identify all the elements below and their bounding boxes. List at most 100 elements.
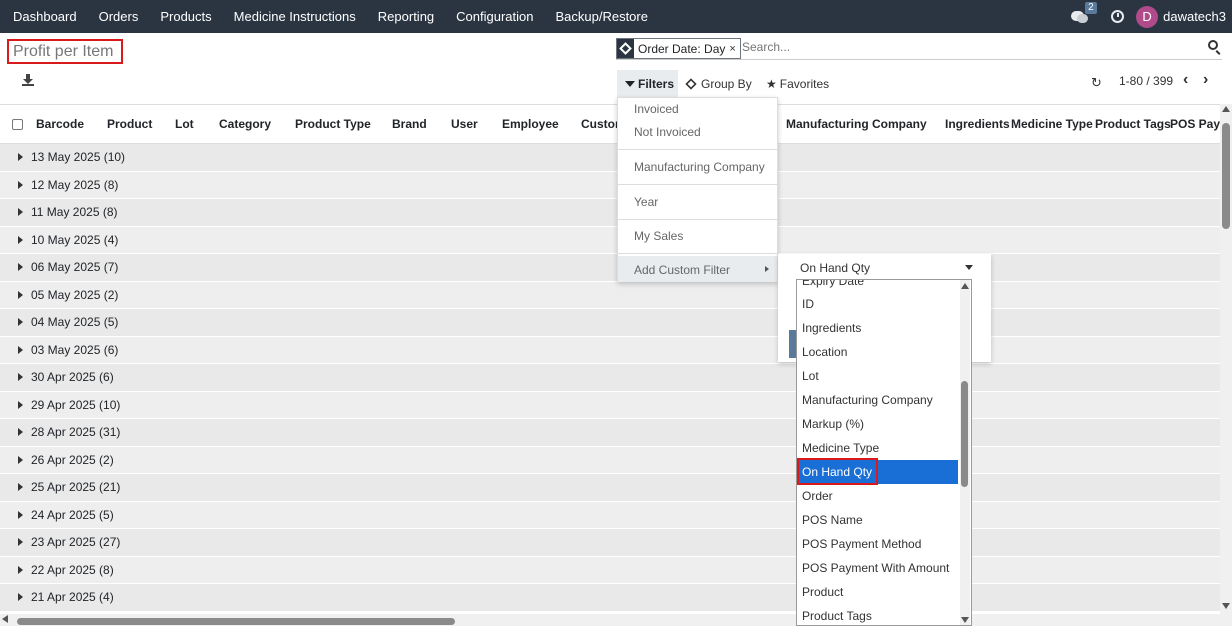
- group-row[interactable]: 22 Apr 2025 (8): [0, 556, 1220, 584]
- option-markup[interactable]: Markup (%): [798, 412, 958, 436]
- listbox-scroll-thumb[interactable]: [961, 381, 968, 487]
- chat-icon[interactable]: 2: [1071, 1, 1097, 24]
- group-label: 23 Apr 2025 (27): [31, 535, 121, 550]
- group-row[interactable]: 30 Apr 2025 (6): [0, 364, 1220, 392]
- menu-orders[interactable]: Orders: [99, 9, 139, 24]
- horizontal-scroll-thumb[interactable]: [17, 618, 455, 625]
- select-all-checkbox[interactable]: [12, 119, 23, 130]
- option-ingredients[interactable]: Ingredients: [798, 316, 958, 340]
- menu-products[interactable]: Products: [160, 9, 211, 24]
- option-location[interactable]: Location: [798, 340, 958, 364]
- caret-right-icon: [18, 180, 23, 189]
- group-row[interactable]: 12 May 2025 (8): [0, 171, 1220, 199]
- add-custom-filter[interactable]: Add Custom Filter: [618, 256, 777, 282]
- column-medicine-type[interactable]: Medicine Type: [1011, 117, 1093, 131]
- menu-configuration[interactable]: Configuration: [456, 9, 533, 24]
- option-order[interactable]: Order: [798, 484, 958, 508]
- filter-not-invoiced[interactable]: Not Invoiced: [634, 125, 701, 139]
- column-product-tags[interactable]: Product Tags: [1095, 117, 1171, 131]
- group-row[interactable]: 13 May 2025 (10): [0, 144, 1220, 172]
- column-category[interactable]: Category: [219, 117, 271, 131]
- group-label: 11 May 2025 (8): [31, 205, 118, 220]
- group-row[interactable]: 26 Apr 2025 (2): [0, 446, 1220, 474]
- page-title: Profit per Item: [7, 39, 123, 64]
- group-label: 22 Apr 2025 (8): [31, 562, 114, 577]
- column-ingredients[interactable]: Ingredients: [945, 117, 1010, 131]
- column-employee[interactable]: Employee: [502, 117, 559, 131]
- clock-icon[interactable]: [1111, 10, 1125, 23]
- chevron-right-icon[interactable]: ›: [1203, 71, 1208, 89]
- funnel-icon: [625, 81, 635, 87]
- download-icon[interactable]: [22, 74, 34, 86]
- filter-invoiced[interactable]: Invoiced: [634, 102, 679, 116]
- facet-close-icon[interactable]: ×: [729, 43, 739, 55]
- vertical-scroll-thumb[interactable]: [1222, 123, 1230, 229]
- group-row[interactable]: 21 Apr 2025 (4): [0, 584, 1220, 612]
- group-row[interactable]: 10 May 2025 (4): [0, 226, 1220, 254]
- group-row[interactable]: 25 Apr 2025 (21): [0, 474, 1220, 502]
- option-pos-payment-method[interactable]: POS Payment Method: [798, 532, 958, 556]
- group-row[interactable]: 24 Apr 2025 (5): [0, 501, 1220, 529]
- menu-dashboard[interactable]: Dashboard: [13, 9, 77, 24]
- caret-right-icon: [18, 400, 23, 409]
- listbox-scroll-up-icon[interactable]: [961, 283, 969, 289]
- chevron-left-icon[interactable]: ‹: [1183, 71, 1188, 89]
- caret-right-icon: [18, 510, 23, 519]
- pager-value[interactable]: 1-80 / 399: [1119, 74, 1173, 88]
- filter-manufacturing-company[interactable]: Manufacturing Company: [634, 160, 765, 174]
- option-medicine-type[interactable]: Medicine Type: [798, 436, 958, 460]
- favorites-button[interactable]: ★ Favorites: [766, 70, 829, 98]
- group-by-layers-icon: [617, 39, 634, 58]
- scroll-left-icon[interactable]: [2, 615, 8, 623]
- filters-button[interactable]: Filters: [617, 70, 678, 98]
- menu-backup-restore[interactable]: Backup/Restore: [555, 9, 648, 24]
- selected-option-highlight: [797, 458, 878, 485]
- option-lot[interactable]: Lot: [798, 364, 958, 388]
- column-user[interactable]: User: [451, 117, 478, 131]
- group-label: 06 May 2025 (7): [31, 260, 119, 275]
- custom-filter-field-select[interactable]: On Hand Qty: [800, 261, 980, 275]
- group-row[interactable]: 06 May 2025 (7): [0, 254, 1220, 282]
- scroll-up-icon[interactable]: [1222, 106, 1230, 112]
- caret-right-icon: [18, 290, 23, 299]
- group-row[interactable]: 29 Apr 2025 (10): [0, 391, 1220, 419]
- field-options-listbox[interactable]: Expiry Date ID Ingredients Location Lot …: [796, 279, 972, 626]
- column-lot[interactable]: Lot: [175, 117, 194, 131]
- group-row[interactable]: 23 Apr 2025 (27): [0, 529, 1220, 557]
- option-pos-payment-with-amount[interactable]: POS Payment With Amount: [798, 556, 958, 580]
- menu-reporting[interactable]: Reporting: [378, 9, 434, 24]
- caret-down-icon[interactable]: [965, 265, 973, 270]
- option-product[interactable]: Product: [798, 580, 958, 604]
- search-icon[interactable]: [1208, 40, 1218, 50]
- group-label: 24 Apr 2025 (5): [31, 507, 114, 522]
- column-brand[interactable]: Brand: [392, 117, 427, 131]
- divider: [618, 184, 777, 185]
- group-row[interactable]: 11 May 2025 (8): [0, 199, 1220, 227]
- avatar[interactable]: D: [1136, 5, 1159, 28]
- refresh-icon[interactable]: ↻: [1091, 75, 1102, 91]
- group-row[interactable]: 28 Apr 2025 (31): [0, 419, 1220, 447]
- search-input[interactable]: [742, 40, 1172, 54]
- option-id[interactable]: ID: [798, 292, 958, 316]
- filter-year[interactable]: Year: [634, 195, 658, 209]
- option-expiry-date[interactable]: Expiry Date: [798, 280, 958, 293]
- column-barcode[interactable]: Barcode: [36, 117, 84, 131]
- caret-right-icon: [765, 266, 769, 272]
- menu-medicine-instructions[interactable]: Medicine Instructions: [234, 9, 356, 24]
- group-by-button[interactable]: Group By: [685, 70, 752, 98]
- caret-right-icon: [18, 565, 23, 574]
- column-manufacturing-company[interactable]: Manufacturing Company: [786, 117, 927, 131]
- option-manufacturing-company[interactable]: Manufacturing Company: [798, 388, 958, 412]
- divider: [618, 253, 777, 254]
- listbox-scroll-down-icon[interactable]: [961, 617, 969, 623]
- option-product-tags[interactable]: Product Tags: [798, 604, 958, 625]
- username[interactable]: dawatech3: [1163, 9, 1226, 24]
- option-pos-name[interactable]: POS Name: [798, 508, 958, 532]
- filter-my-sales[interactable]: My Sales: [634, 229, 683, 243]
- column-product-type[interactable]: Product Type: [295, 117, 371, 131]
- group-row[interactable]: 04 May 2025 (5): [0, 309, 1220, 337]
- group-row[interactable]: 03 May 2025 (6): [0, 336, 1220, 364]
- group-row[interactable]: 05 May 2025 (2): [0, 281, 1220, 309]
- column-product[interactable]: Product: [107, 117, 152, 131]
- scroll-down-icon[interactable]: [1222, 603, 1230, 609]
